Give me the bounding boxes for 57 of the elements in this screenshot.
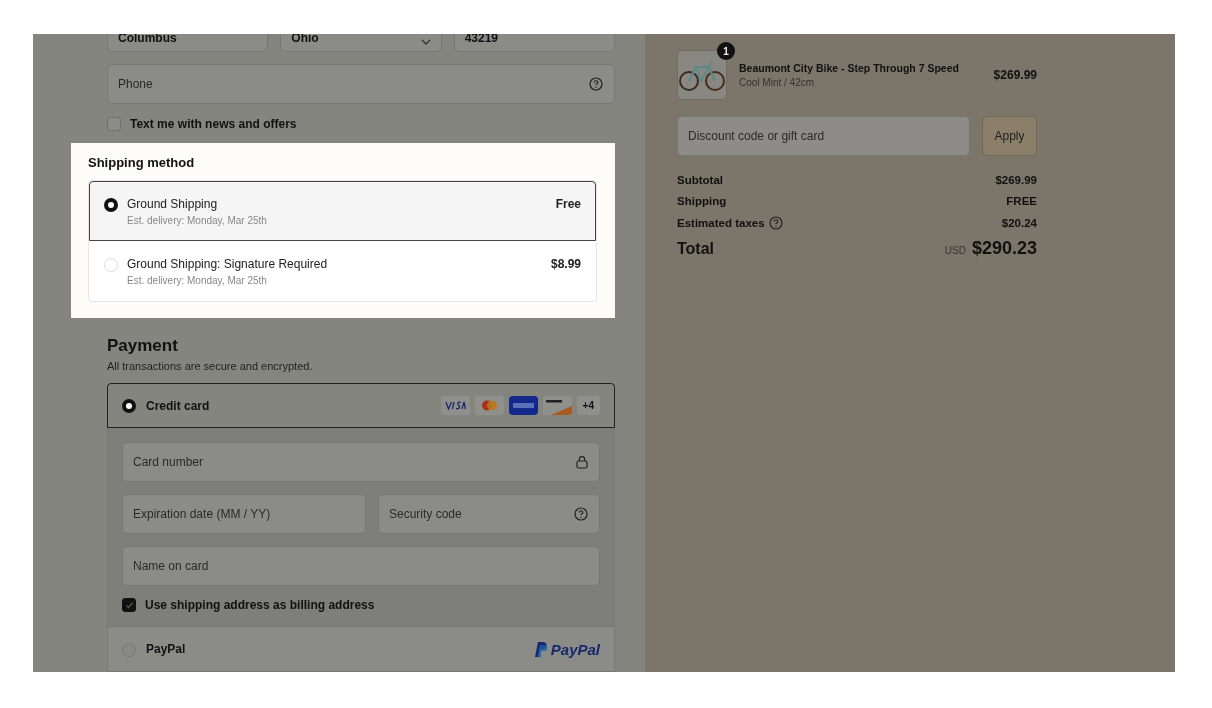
section-title: Payment xyxy=(107,336,179,356)
product-name: Beaumont City Bike - Step Through 7 Speed xyxy=(739,62,960,74)
payment-option-label: Credit card xyxy=(146,398,211,413)
more-brands-badge: +4 xyxy=(576,396,600,415)
summary-label: Subtotal xyxy=(677,174,723,186)
product-variant: Cool Mint / 42cm xyxy=(739,77,816,88)
card-brand-icon xyxy=(542,396,572,415)
shipping-name: Ground Shipping: Signature Required xyxy=(127,257,329,271)
discount-field[interactable]: Discount code or gift card xyxy=(677,116,970,156)
checkbox[interactable] xyxy=(122,598,136,612)
delivery-estimate: Est. delivery: Monday, Mar 25th xyxy=(127,275,268,286)
paypal-logo: PayPal xyxy=(532,640,600,658)
name-on-card-field[interactable]: Name on card xyxy=(122,546,600,586)
checkbox-label: Use shipping address as billing address xyxy=(145,598,375,612)
checkbox-label: Text me with news and offers xyxy=(130,117,297,131)
currency-code: USD xyxy=(944,245,966,256)
help-icon xyxy=(574,507,588,521)
shipping-option[interactable]: Ground Shipping Est. delivery: Monday, Mar 25th Free xyxy=(89,181,596,241)
product-price: $269.99 xyxy=(992,68,1037,82)
radio-button[interactable] xyxy=(122,399,136,413)
info-icon xyxy=(768,216,783,230)
card-brand-icon xyxy=(440,396,470,415)
shipping-price: Free xyxy=(555,197,581,211)
chevron-icon xyxy=(420,39,431,45)
security-code-field[interactable]: Security code xyxy=(378,494,600,534)
section-title: Shipping method xyxy=(88,155,196,170)
address-field[interactable]: 43219 xyxy=(453,34,615,52)
radio-button[interactable] xyxy=(104,198,118,212)
shipping-name: Ground Shipping xyxy=(127,197,219,211)
phone-field[interactable]: Phone xyxy=(107,64,615,104)
card-brand-icon xyxy=(508,396,538,415)
payment-option[interactable]: Credit card +4 xyxy=(107,383,615,428)
check-icon xyxy=(125,601,133,608)
summary-value: FREE xyxy=(1006,195,1037,207)
section-subtitle: All transactions are secure and encrypted. xyxy=(107,360,314,372)
total-amount: $290.23 xyxy=(971,238,1037,259)
state-select[interactable]: Ohio xyxy=(280,34,442,52)
summary-value: $20.24 xyxy=(1001,217,1037,229)
payment-option-label: PayPal xyxy=(146,642,187,656)
payment-option[interactable]: PayPal PayPal xyxy=(107,627,615,672)
shipping-option[interactable]: Ground Shipping: Signature Required Est. delivery: Monday, Mar 25th $8.99 xyxy=(89,241,596,301)
summary-label: Shipping xyxy=(677,195,727,207)
help-icon xyxy=(589,77,603,91)
checkbox[interactable] xyxy=(107,117,121,131)
apply-button[interactable]: Apply xyxy=(982,116,1037,156)
bike-drawing xyxy=(679,59,725,93)
expiration-date-field[interactable]: Expiration date (MM / YY) xyxy=(122,494,366,534)
quantity-badge: 1 xyxy=(717,42,735,60)
summary-value: $269.99 xyxy=(995,174,1037,186)
card-number-field[interactable]: Card number xyxy=(122,442,600,482)
summary-label: Estimated taxes xyxy=(677,217,765,229)
total-label: Total xyxy=(677,240,716,258)
lock-icon xyxy=(576,455,588,469)
shipping-price: $8.99 xyxy=(550,257,581,271)
delivery-estimate: Est. delivery: Monday, Mar 25th xyxy=(127,215,268,226)
address-field[interactable]: Columbus xyxy=(107,34,269,52)
card-brand-icon xyxy=(474,396,504,415)
